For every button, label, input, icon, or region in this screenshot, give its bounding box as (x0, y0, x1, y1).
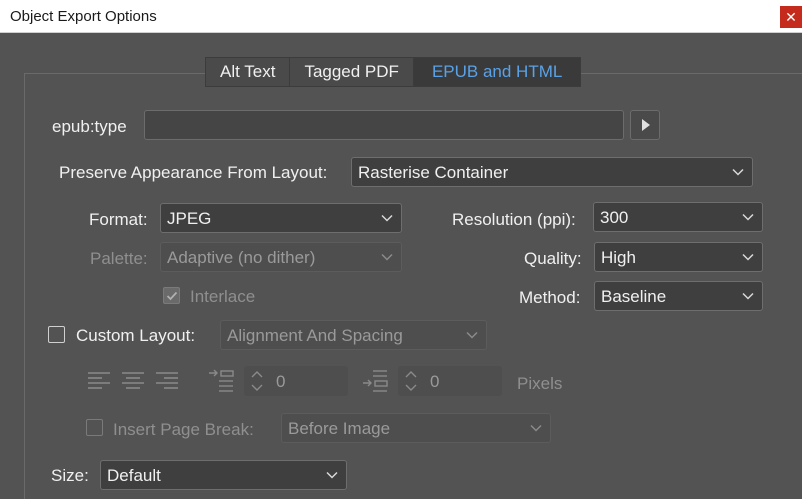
method-select[interactable]: Baseline (594, 281, 763, 311)
quality-select[interactable]: High (594, 242, 763, 272)
interlace-label: Interlace (190, 287, 256, 306)
quality-label: Quality: (524, 249, 582, 268)
epub-type-label: epub:type (52, 117, 127, 136)
space-before-icon (209, 369, 234, 392)
resolution-select[interactable]: 300 (593, 202, 763, 232)
insert-page-break-checkbox[interactable] (86, 419, 103, 436)
format-value: JPEG (167, 209, 212, 228)
epub-type-input[interactable] (144, 110, 624, 140)
stepper-arrows-icon[interactable] (404, 368, 418, 394)
page-break-value: Before Image (288, 419, 391, 438)
chevron-down-icon (732, 168, 744, 176)
interlace-checkbox[interactable] (163, 287, 180, 304)
size-value: Default (107, 466, 161, 485)
checkmark-icon (166, 291, 178, 301)
pixels-unit-label: Pixels (517, 374, 563, 393)
epub-type-menu-button[interactable] (630, 110, 660, 140)
align-center-icon[interactable] (121, 371, 145, 389)
chevron-down-icon (530, 424, 542, 432)
chevron-down-icon (742, 213, 754, 221)
custom-layout-checkbox[interactable] (48, 326, 65, 343)
page-break-select[interactable]: Before Image (281, 413, 551, 443)
size-select[interactable]: Default (100, 460, 347, 490)
preserve-appearance-label: Preserve Appearance From Layout: (59, 163, 328, 182)
preserve-appearance-select[interactable]: Rasterise Container (351, 157, 753, 187)
preserve-appearance-value: Rasterise Container (358, 163, 509, 182)
resolution-label: Resolution (ppi): (452, 210, 576, 229)
space-before-stepper[interactable]: 0 (244, 366, 348, 396)
chevron-down-icon (742, 292, 754, 300)
space-after-stepper[interactable]: 0 (398, 366, 502, 396)
close-button[interactable]: ✕ (780, 6, 802, 28)
chevron-down-icon (742, 253, 754, 261)
space-before-value: 0 (276, 372, 286, 391)
align-left-icon[interactable] (87, 371, 111, 389)
method-value: Baseline (601, 287, 667, 306)
space-after-value: 0 (430, 372, 440, 391)
play-arrow-icon (642, 119, 650, 131)
format-select[interactable]: JPEG (160, 203, 402, 233)
size-label: Size: (51, 466, 89, 485)
tab-alt-text[interactable]: Alt Text (206, 58, 291, 86)
format-label: Format: (89, 210, 148, 229)
chevron-down-icon (326, 471, 338, 479)
palette-value: Adaptive (no dither) (167, 248, 316, 267)
tab-tagged-pdf[interactable]: Tagged PDF (290, 58, 414, 86)
custom-layout-label: Custom Layout: (76, 326, 196, 345)
custom-layout-value: Alignment And Spacing (227, 326, 403, 345)
method-label: Method: (519, 288, 581, 307)
palette-label: Palette: (90, 249, 148, 268)
quality-value: High (601, 248, 636, 267)
align-right-icon[interactable] (155, 371, 179, 389)
tab-bar: Alt Text Tagged PDF EPUB and HTML (205, 57, 582, 87)
custom-layout-select[interactable]: Alignment And Spacing (220, 320, 487, 350)
space-after-icon (363, 370, 388, 392)
chevron-down-icon (466, 331, 478, 339)
palette-select[interactable]: Adaptive (no dither) (160, 242, 402, 272)
stepper-arrows-icon[interactable] (250, 368, 264, 394)
chevron-down-icon (381, 214, 393, 222)
resolution-value: 300 (600, 208, 629, 227)
title-bar: Object Export Options ✕ (0, 0, 802, 33)
window-title: Object Export Options (10, 8, 157, 25)
tab-epub-and-html[interactable]: EPUB and HTML (413, 58, 581, 86)
chevron-down-icon (381, 253, 393, 261)
insert-page-break-label: Insert Page Break: (113, 420, 254, 439)
